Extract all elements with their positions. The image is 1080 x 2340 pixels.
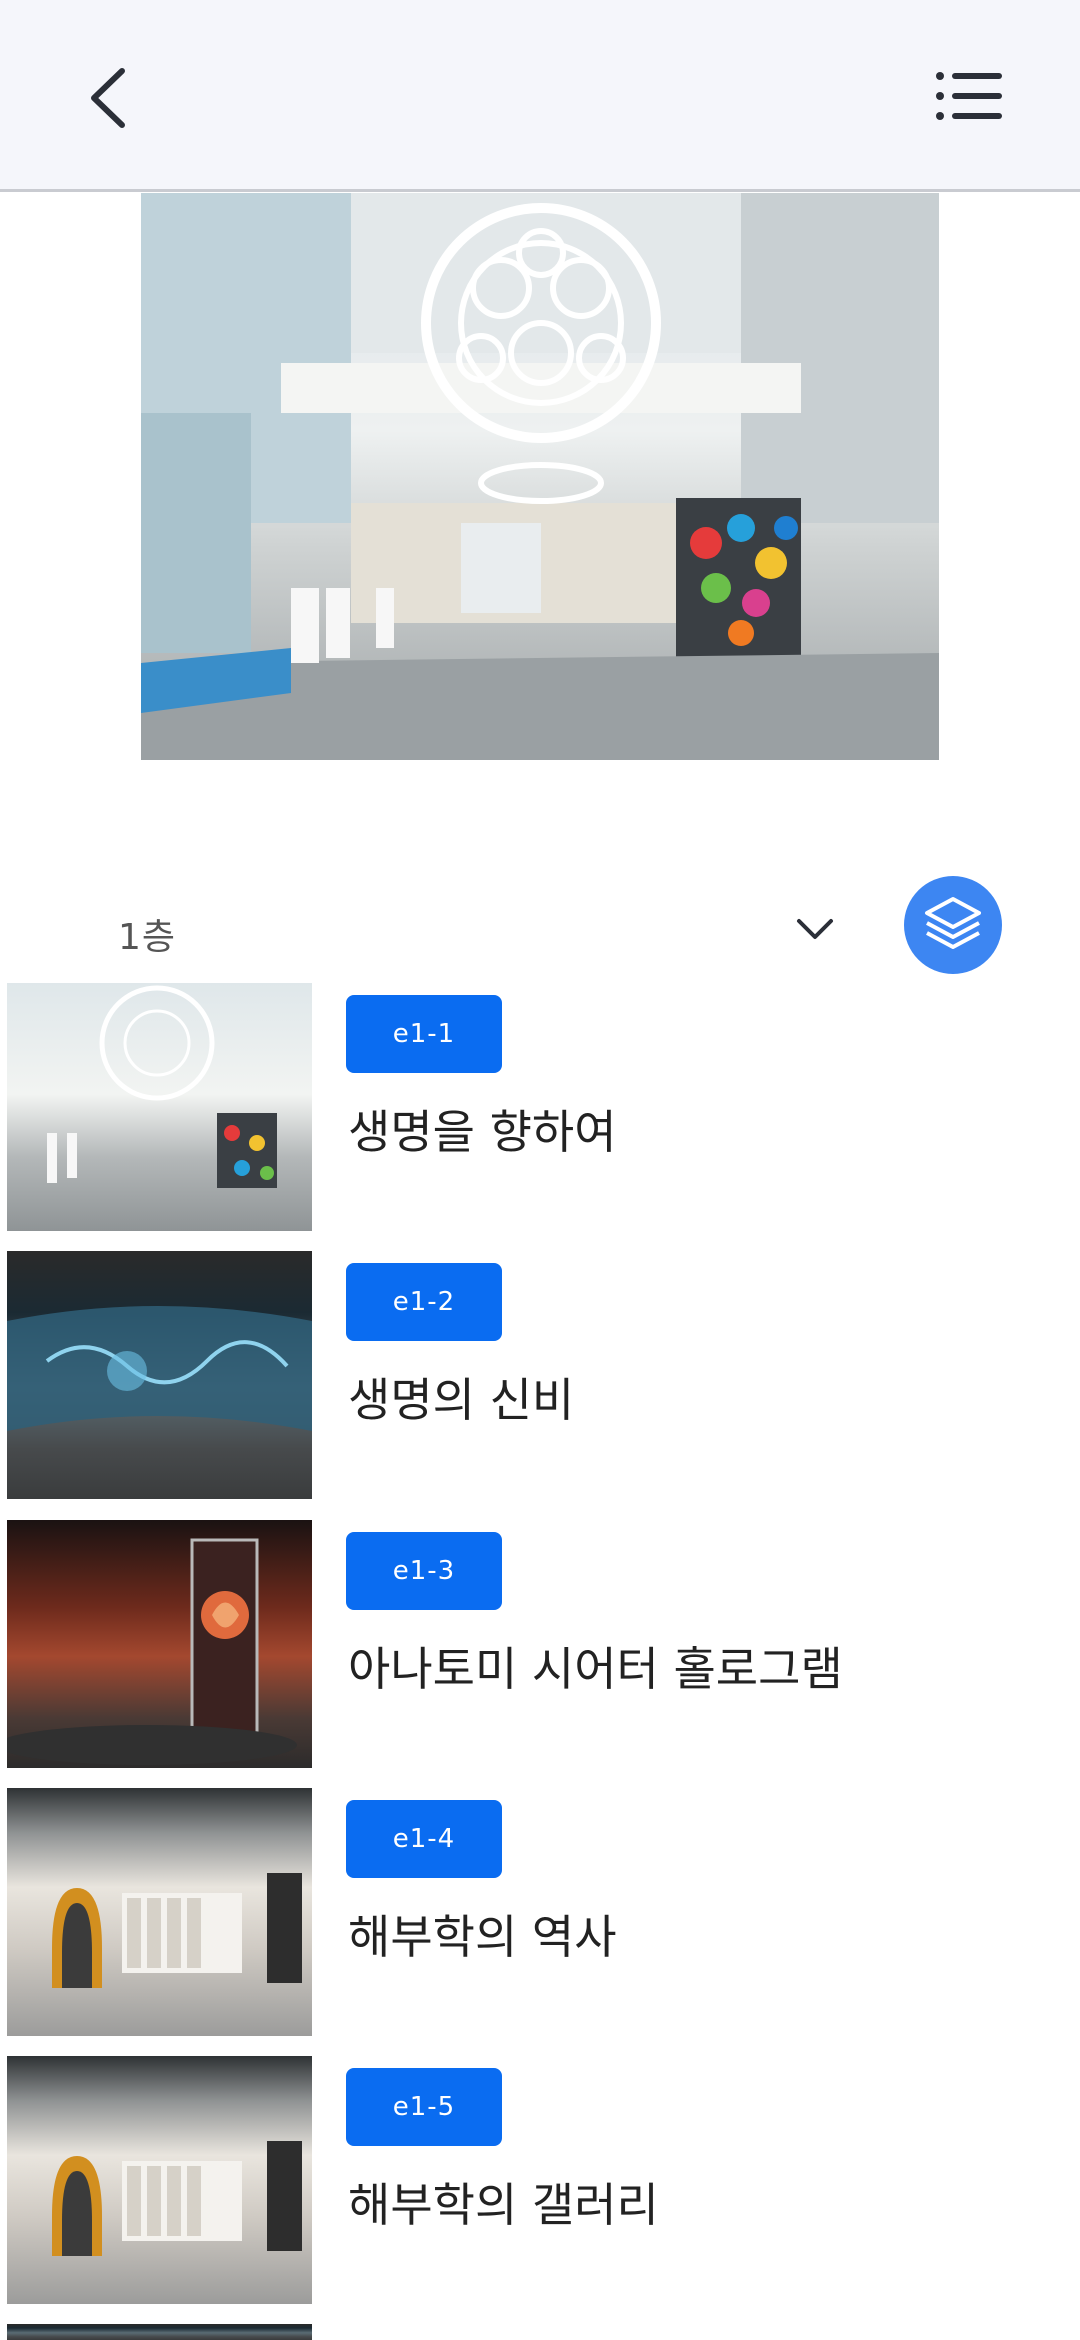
list-item[interactable]: e1-2 생명의 신비 xyxy=(0,1248,1080,1508)
exhibit-code-badge: e1-2 xyxy=(346,1263,502,1341)
exhibit-code-badge: e1-1 xyxy=(346,995,502,1073)
exhibit-title: 생명의 신비 xyxy=(348,1373,575,1427)
list-item[interactable]: e1-4 해부학의 역사 xyxy=(0,1785,1080,2045)
exhibit-thumbnail xyxy=(7,1788,312,2036)
exhibit-thumbnail xyxy=(7,1251,312,1499)
exhibit-code-badge: e1-5 xyxy=(346,2068,502,2146)
exhibit-code-badge: e1-4 xyxy=(346,1800,502,1878)
list-item[interactable]: e1-3 아나토미 시어터 홀로그램 xyxy=(0,1517,1080,1777)
exhibit-thumbnail xyxy=(7,2324,312,2340)
list-icon xyxy=(934,66,1006,130)
floor-label[interactable]: 1층 xyxy=(118,908,176,960)
floor-selector: 1층 xyxy=(0,868,1080,988)
list-item[interactable]: e1-1 생명을 향하여 xyxy=(0,980,1080,1240)
exhibit-title: 아나토미 시어터 홀로그램 xyxy=(348,1642,843,1696)
hero-image xyxy=(141,193,939,760)
top-app-bar xyxy=(0,0,1080,192)
layers-icon xyxy=(923,895,983,955)
exhibit-thumbnail xyxy=(7,1520,312,1768)
exhibit-thumbnail xyxy=(7,983,312,1231)
menu-button[interactable] xyxy=(920,48,1020,148)
list-item[interactable]: e1-5 해부학의 갤러리 xyxy=(0,2053,1080,2313)
exhibit-title: 생명을 향하여 xyxy=(348,1105,617,1159)
chevron-down-icon xyxy=(795,917,835,945)
list-item[interactable] xyxy=(0,2321,1080,2340)
exhibit-title: 해부학의 역사 xyxy=(348,1910,617,1964)
layers-button[interactable] xyxy=(904,876,1002,974)
back-button[interactable] xyxy=(60,50,160,150)
exhibit-code-badge: e1-3 xyxy=(346,1532,502,1610)
exhibit-thumbnail xyxy=(7,2056,312,2304)
chevron-left-icon xyxy=(80,63,140,137)
exhibit-title: 해부학의 갤러리 xyxy=(348,2178,659,2232)
floor-dropdown-button[interactable] xyxy=(790,906,840,956)
